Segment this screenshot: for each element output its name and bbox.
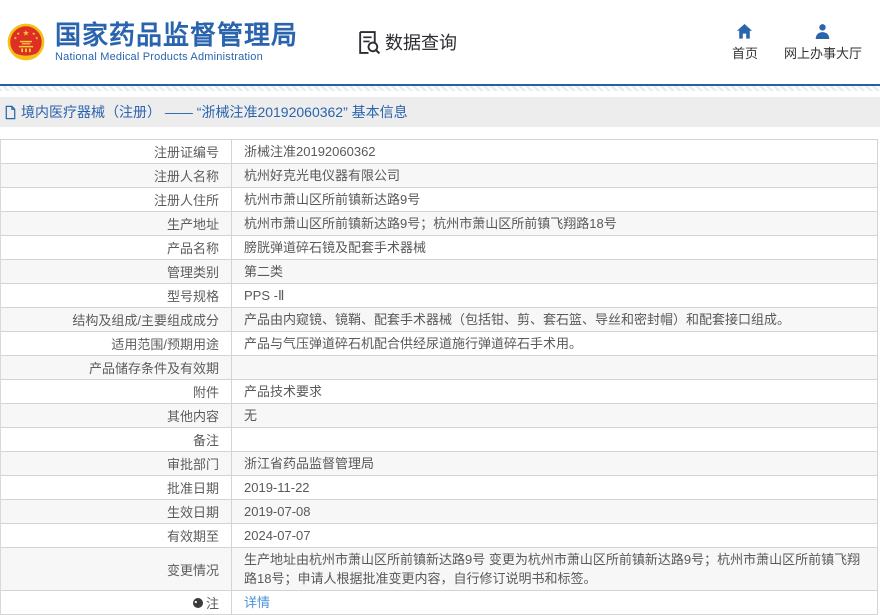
person-icon (814, 23, 831, 40)
data-query-section[interactable]: 数据查询 (356, 29, 457, 55)
home-icon (736, 23, 753, 40)
table-row: 审批部门浙江省药品监督管理局 (1, 452, 877, 476)
header-nav: 首页 网上办事大厅 (732, 23, 862, 62)
row-value (232, 356, 877, 379)
row-label: 其他内容 (1, 404, 232, 427)
row-value: 产品技术要求 (232, 380, 877, 403)
table-row: 产品储存条件及有效期 (1, 356, 877, 380)
row-value: 生产地址由杭州市萧山区所前镇新达路9号 变更为杭州市萧山区所前镇新达路9号；杭州… (232, 548, 877, 590)
table-row: 产品名称膀胱弹道碎石镜及配套手术器械 (1, 236, 877, 260)
row-value: 杭州市萧山区所前镇新达路9号；杭州市萧山区所前镇飞翔路18号 (232, 212, 877, 235)
table-row: 适用范围/预期用途产品与气压弹道碎石机配合供经尿道施行弹道碎石手术用。 (1, 332, 877, 356)
row-value: 产品由内窥镜、镜鞘、配套手术器械（包括钳、剪、套石篮、导丝和密封帽）和配套接口组… (232, 308, 877, 331)
row-value: 2019-07-08 (232, 500, 877, 523)
svg-text:★: ★ (35, 36, 39, 41)
row-label: 生效日期 (1, 500, 232, 523)
table-row: 型号规格PPS -Ⅱ (1, 284, 877, 308)
table-row: 有效期至2024-07-07 (1, 524, 877, 548)
nmpa-logo[interactable]: ★ ★ ★ ★ ★ 国家药品监督管理局 National Medical Pro… (7, 21, 298, 63)
agency-name-zh: 国家药品监督管理局 (55, 21, 298, 49)
nav-item-service-hall[interactable]: 网上办事大厅 (784, 23, 862, 62)
table-row: 其他内容无 (1, 404, 877, 428)
table-row: 结构及组成/主要组成成分产品由内窥镜、镜鞘、配套手术器械（包括钳、剪、套石篮、导… (1, 308, 877, 332)
table-row: 注册人住所杭州市萧山区所前镇新达路9号 (1, 188, 877, 212)
row-value: 详情 (232, 591, 877, 614)
table-row: 注册证编号浙械注准20192060362 (1, 140, 877, 164)
table-row: 附件产品技术要求 (1, 380, 877, 404)
row-value: 浙械注准20192060362 (232, 140, 877, 163)
nav-label-home: 首页 (732, 43, 758, 62)
row-label: 生产地址 (1, 212, 232, 235)
row-value: 无 (232, 404, 877, 427)
note-icon (192, 597, 204, 609)
row-value: 浙江省药品监督管理局 (232, 452, 877, 475)
nav-item-home[interactable]: 首页 (732, 23, 758, 62)
row-value: 2024-07-07 (232, 524, 877, 547)
row-label: 变更情况 (1, 548, 232, 590)
row-label: 结构及组成/主要组成成分 (1, 308, 232, 331)
row-value: 产品与气压弹道碎石机配合供经尿道施行弹道碎石手术用。 (232, 332, 877, 355)
row-label: 有效期至 (1, 524, 232, 547)
row-value: 杭州市萧山区所前镇新达路9号 (232, 188, 877, 211)
agency-title-block: 国家药品监督管理局 National Medical Products Admi… (55, 21, 298, 63)
header-hatch-strip (0, 86, 880, 91)
breadcrumb-bar: 境内医疗器械（注册） —— “浙械注准20192060362” 基本信息 (0, 97, 880, 127)
row-value: PPS -Ⅱ (232, 284, 877, 307)
row-label: 审批部门 (1, 452, 232, 475)
table-row: 变更情况生产地址由杭州市萧山区所前镇新达路9号 变更为杭州市萧山区所前镇新达路9… (1, 548, 877, 591)
row-label: 注 (1, 591, 232, 614)
row-label: 产品名称 (1, 236, 232, 259)
svg-text:★: ★ (13, 36, 17, 41)
row-label: 备注 (1, 428, 232, 451)
row-value: 2019-11-22 (232, 476, 877, 499)
row-label: 产品储存条件及有效期 (1, 356, 232, 379)
nav-label-service-hall: 网上办事大厅 (784, 43, 862, 62)
row-label: 注册人名称 (1, 164, 232, 187)
table-row: 注册人名称杭州好克光电仪器有限公司 (1, 164, 877, 188)
table-row: 批准日期2019-11-22 (1, 476, 877, 500)
row-label: 管理类别 (1, 260, 232, 283)
row-label: 附件 (1, 380, 232, 403)
row-label: 注册证编号 (1, 140, 232, 163)
breadcrumb: 境内医疗器械（注册） —— “浙械注准20192060362” 基本信息 (21, 102, 408, 122)
svg-text:★: ★ (23, 28, 30, 37)
row-value (232, 428, 877, 451)
table-row: 管理类别第二类 (1, 260, 877, 284)
table-row: 生产地址杭州市萧山区所前镇新达路9号；杭州市萧山区所前镇飞翔路18号 (1, 212, 877, 236)
row-value: 膀胱弹道碎石镜及配套手术器械 (232, 236, 877, 259)
data-query-label: 数据查询 (385, 29, 457, 55)
document-icon (3, 105, 18, 120)
row-label: 适用范围/预期用途 (1, 332, 232, 355)
detail-link[interactable]: 详情 (244, 593, 270, 612)
registration-info-table: 注册证编号浙械注准20192060362 注册人名称杭州好克光电仪器有限公司 注… (0, 139, 878, 615)
row-value: 杭州好克光电仪器有限公司 (232, 164, 877, 187)
table-row: 生效日期2019-07-08 (1, 500, 877, 524)
table-row-note: 注 详情 (1, 591, 877, 615)
national-emblem-icon: ★ ★ ★ ★ ★ (7, 23, 45, 61)
row-label: 型号规格 (1, 284, 232, 307)
table-row: 备注 (1, 428, 877, 452)
site-header: ★ ★ ★ ★ ★ 国家药品监督管理局 National Medical Pro… (0, 0, 880, 84)
agency-name-en: National Medical Products Administration (55, 51, 298, 63)
note-label: 注 (206, 593, 219, 612)
document-search-icon (356, 30, 381, 55)
row-label: 批准日期 (1, 476, 232, 499)
row-value: 第二类 (232, 260, 877, 283)
row-label: 注册人住所 (1, 188, 232, 211)
